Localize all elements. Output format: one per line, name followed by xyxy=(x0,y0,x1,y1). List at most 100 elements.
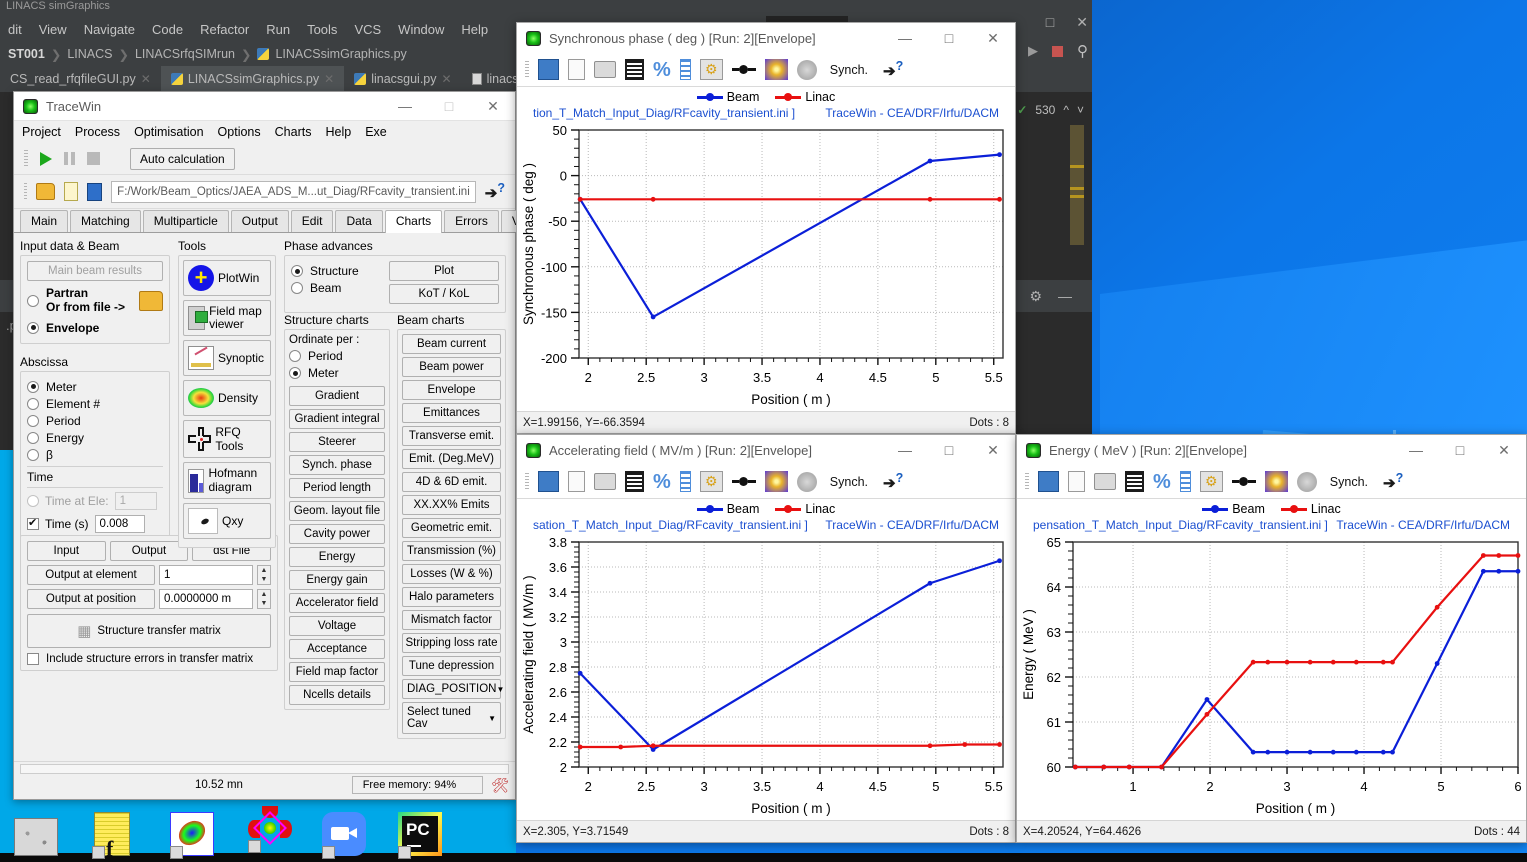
desktop-icon-yellow-document[interactable]: f xyxy=(92,812,136,856)
chevron-up-icon[interactable]: ▲ xyxy=(258,590,270,599)
chart-window-synchronous-phase[interactable]: Synchronous phase ( deg ) [Run: 2][Envel… xyxy=(516,22,1016,434)
chart-window-energy[interactable]: Energy ( MeV ) [Run: 2][Envelope] — □ ✕ … xyxy=(1016,434,1527,843)
radio-period[interactable]: Period xyxy=(27,414,163,428)
tool-synoptic-button[interactable]: Synoptic xyxy=(183,340,271,376)
tracewin-tabs[interactable]: Main Matching Multiparticle Output Edit … xyxy=(14,209,515,233)
chart-titlebar[interactable]: Energy ( MeV ) [Run: 2][Envelope] — □ ✕ xyxy=(1017,435,1526,465)
ncells-details-button[interactable]: Ncells details xyxy=(289,685,385,705)
tracewin-run-toolbar[interactable]: Auto calculation xyxy=(14,143,515,175)
save-disk-icon[interactable] xyxy=(1038,471,1059,492)
ide-tab-1[interactable]: LINACSsimGraphics.py ✕ xyxy=(161,66,344,92)
geom-layout-file-button[interactable]: Geom. layout file xyxy=(289,501,385,521)
gradient-button[interactable]: Gradient xyxy=(289,386,385,406)
ide-menu-code[interactable]: Code xyxy=(152,22,183,37)
toolbar-grip[interactable] xyxy=(525,473,529,491)
tab-errors[interactable]: Errors xyxy=(444,210,499,232)
close-button[interactable]: ✕ xyxy=(471,92,515,120)
main-beam-results-button[interactable]: Main beam results xyxy=(27,261,163,281)
new-file-icon[interactable] xyxy=(64,182,77,201)
toolbar-grip[interactable] xyxy=(24,150,28,168)
accelerator-field-button[interactable]: Accelerator field xyxy=(289,593,385,613)
chart-window-buttons[interactable]: — □ ✕ xyxy=(883,436,1015,465)
maximize-button[interactable]: □ xyxy=(927,436,971,465)
tools-icon[interactable]: 🛠 xyxy=(491,777,509,794)
tool-rfq-tools-button[interactable]: RFQ Tools xyxy=(183,420,271,458)
marker-line-icon[interactable] xyxy=(1232,478,1256,486)
menu-exe[interactable]: Exe xyxy=(365,125,387,139)
diag-position-select[interactable]: DIAG_POSITION ▼ xyxy=(402,679,501,699)
output-at-position-button[interactable]: Output at position xyxy=(27,589,155,609)
transverse-emit-button[interactable]: Transverse emit. xyxy=(402,426,501,446)
settings-gear-icon[interactable]: ⚙ xyxy=(1200,471,1223,492)
grey-circle-icon[interactable] xyxy=(1297,472,1317,492)
breadcrumb-item-2[interactable]: LINACSrfqSIMrun xyxy=(135,47,235,61)
radio-partran[interactable]: Partran Or from file -> xyxy=(27,287,139,315)
percent-icon[interactable]: % xyxy=(1153,472,1171,492)
marker-line-icon[interactable] xyxy=(732,66,756,74)
tab-multiparticle[interactable]: Multiparticle xyxy=(143,210,229,232)
stop-icon[interactable] xyxy=(87,152,100,165)
breadcrumb-item-1[interactable]: LINACS xyxy=(67,47,112,61)
toolbar-grip[interactable] xyxy=(525,61,529,79)
chart-titlebar[interactable]: Synchronous phase ( deg ) [Run: 2][Envel… xyxy=(517,23,1015,53)
output-at-element-input[interactable]: 1 xyxy=(159,565,253,585)
field-map-factor-button[interactable]: Field map factor xyxy=(289,662,385,682)
colormap-glow-icon[interactable] xyxy=(765,59,788,80)
copy-icon[interactable] xyxy=(1068,471,1085,492)
ide-menu-vcs[interactable]: VCS xyxy=(354,22,381,37)
synch-toolbar-label[interactable]: Synch. xyxy=(830,63,868,77)
tool-hofmann-diagram-button[interactable]: Hofmann diagram xyxy=(183,462,271,498)
help-cursor-icon[interactable]: ➔? xyxy=(883,59,903,80)
print-icon[interactable] xyxy=(594,61,616,78)
energy-button[interactable]: Energy xyxy=(289,547,385,567)
maximize-button[interactable]: □ xyxy=(927,24,971,53)
close-icon[interactable]: ✕ xyxy=(442,72,452,86)
minimize-button[interactable]: — xyxy=(883,436,927,465)
plot-button[interactable]: Plot xyxy=(389,261,499,281)
tool-qxy-button[interactable]: Qxy xyxy=(183,503,271,539)
desktop-icon-beam-density[interactable] xyxy=(170,812,214,856)
save-disk-icon[interactable] xyxy=(538,471,559,492)
time-s-input[interactable]: 0.008 xyxy=(95,515,145,533)
help-cursor-icon[interactable]: ➔? xyxy=(485,181,505,202)
ide-tab-2[interactable]: linacsgui.py ✕ xyxy=(344,66,461,92)
acceptance-button[interactable]: Acceptance xyxy=(289,639,385,659)
chart-toolbar[interactable]: % ⚙ Synch. ➔? xyxy=(1017,465,1526,499)
close-icon[interactable]: ✕ xyxy=(1076,14,1088,31)
menu-project[interactable]: Project xyxy=(22,125,61,139)
radio-ordinate-meter[interactable]: Meter xyxy=(289,366,385,380)
ide-menu-tools[interactable]: Tools xyxy=(307,22,337,37)
ide-runbar[interactable]: ▶ ⚲ xyxy=(1028,42,1088,60)
chevron-up-icon[interactable]: ^ xyxy=(1063,103,1069,117)
ide-tab-0[interactable]: CS_read_rfqfileGUI.py ✕ xyxy=(0,66,161,92)
breadcrumb-item-3[interactable]: LINACSsimGraphics.py xyxy=(275,47,406,61)
breadcrumb-item-0[interactable]: ST001 xyxy=(8,47,45,61)
toolbar-grip[interactable] xyxy=(24,183,27,201)
close-button[interactable]: ✕ xyxy=(971,24,1015,53)
maximize-icon[interactable]: □ xyxy=(1046,14,1054,31)
4d-6d-emit-button[interactable]: 4D & 6D emit. xyxy=(402,472,501,492)
tab-charts[interactable]: Charts xyxy=(385,210,442,233)
toolbar-grip[interactable] xyxy=(1025,473,1029,491)
marker-line-icon[interactable] xyxy=(732,478,756,486)
beam-current-button[interactable]: Beam current xyxy=(402,334,501,354)
grey-circle-icon[interactable] xyxy=(797,60,817,80)
project-path-field[interactable]: F:/Work/Beam_Optics/JAEA_ADS_M...ut_Diag… xyxy=(111,181,476,203)
ide-menu-window[interactable]: Window xyxy=(398,22,444,37)
chevron-down-icon[interactable]: ▼ xyxy=(258,575,270,584)
output-button[interactable]: Output xyxy=(110,541,189,561)
tab-main[interactable]: Main xyxy=(20,210,68,232)
maximize-button[interactable]: □ xyxy=(427,92,471,120)
tab-data[interactable]: Data xyxy=(335,210,382,232)
close-icon[interactable]: ✕ xyxy=(324,72,334,86)
ide-menu-run[interactable]: Run xyxy=(266,22,290,37)
grey-circle-icon[interactable] xyxy=(797,472,817,492)
auto-calculation-button[interactable]: Auto calculation xyxy=(130,148,235,170)
include-errors-checkbox[interactable] xyxy=(27,653,39,665)
radio-ordinate-period[interactable]: Period xyxy=(289,349,385,363)
percent-icon[interactable]: % xyxy=(653,60,671,80)
chart-toolbar[interactable]: % ⚙ Synch. ➔? xyxy=(517,465,1015,499)
radio-time-at-ele-indicator[interactable] xyxy=(27,495,39,507)
tool-plotwin-button[interactable]: + PlotWin xyxy=(183,260,271,296)
losses-button[interactable]: Losses (W & %) xyxy=(402,564,501,584)
